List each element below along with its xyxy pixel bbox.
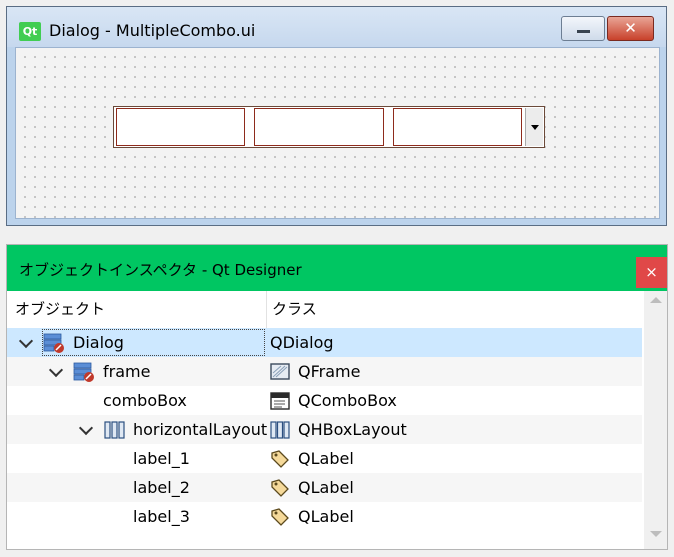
class-name: QHBoxLayout bbox=[298, 420, 407, 439]
widget-object-icon bbox=[73, 362, 94, 382]
column-header-object[interactable]: オブジェクト bbox=[15, 291, 265, 328]
chevron-down-icon[interactable] bbox=[18, 333, 34, 349]
tree-row-combobox[interactable]: comboBox QComboBox bbox=[7, 386, 642, 415]
label-tag-icon bbox=[271, 508, 289, 526]
form-titlebar[interactable]: Qt Dialog - MultipleCombo.ui ✕ bbox=[7, 7, 666, 47]
scroll-up-icon[interactable] bbox=[650, 297, 662, 303]
qt-logo-icon: Qt bbox=[19, 22, 41, 41]
object-tree[interactable]: オブジェクト クラス Dialog QDialog frame QFrame c… bbox=[7, 291, 642, 549]
class-name: QLabel bbox=[298, 478, 354, 497]
label-1-widget[interactable] bbox=[116, 108, 245, 146]
scroll-down-icon[interactable] bbox=[650, 531, 662, 537]
object-name: label_2 bbox=[133, 478, 190, 497]
tree-row-label-3[interactable]: label_3 QLabel bbox=[7, 502, 642, 531]
label-tag-icon bbox=[271, 450, 289, 468]
object-inspector: オブジェクトインスペクタ - Qt Designer × オブジェクト クラス … bbox=[6, 244, 668, 550]
column-divider bbox=[266, 291, 267, 328]
tree-row-dialog[interactable]: Dialog QDialog bbox=[7, 328, 642, 357]
class-name: QDialog bbox=[270, 333, 334, 352]
tree-row-label-1[interactable]: label_1 QLabel bbox=[7, 444, 642, 473]
inspector-close-button[interactable]: × bbox=[636, 257, 667, 288]
class-name: QLabel bbox=[298, 449, 354, 468]
form-window: Qt Dialog - MultipleCombo.ui ✕ bbox=[6, 6, 667, 226]
chevron-down-icon[interactable] bbox=[48, 362, 64, 378]
label-2-widget[interactable] bbox=[254, 108, 384, 146]
label-tag-icon bbox=[271, 479, 289, 497]
inspector-header[interactable]: オブジェクトインスペクタ - Qt Designer × bbox=[7, 245, 667, 291]
frame-icon bbox=[270, 363, 290, 380]
object-name: label_1 bbox=[133, 449, 190, 468]
object-name: label_3 bbox=[133, 507, 190, 526]
object-name: horizontalLayout bbox=[133, 420, 268, 439]
tree-row-label-2[interactable]: label_2 QLabel bbox=[7, 473, 642, 502]
combo-frame[interactable] bbox=[113, 106, 545, 148]
minimize-button[interactable] bbox=[561, 16, 605, 41]
combo-dropdown-arrow-icon[interactable] bbox=[525, 108, 543, 146]
minimize-icon bbox=[577, 30, 590, 33]
form-title: Dialog - MultipleCombo.ui bbox=[49, 21, 256, 40]
hbox-layout-icon bbox=[270, 421, 290, 439]
tree-row-frame[interactable]: frame QFrame bbox=[7, 357, 642, 386]
combobox-icon bbox=[270, 392, 290, 410]
label-3-widget[interactable] bbox=[393, 108, 522, 146]
object-name: comboBox bbox=[103, 391, 187, 410]
object-name: Dialog bbox=[73, 333, 124, 352]
close-button[interactable]: ✕ bbox=[607, 16, 654, 41]
class-name: QComboBox bbox=[298, 391, 397, 410]
hbox-layout-icon bbox=[104, 421, 125, 439]
chevron-down-icon[interactable] bbox=[78, 420, 94, 436]
form-canvas[interactable] bbox=[15, 47, 660, 219]
vertical-scrollbar[interactable] bbox=[644, 291, 667, 549]
object-name: frame bbox=[103, 362, 151, 381]
class-name: QFrame bbox=[298, 362, 361, 381]
column-header-class[interactable]: クラス bbox=[272, 291, 317, 328]
tree-row-horizontallayout[interactable]: horizontalLayout QHBoxLayout bbox=[7, 415, 642, 444]
inspector-title: オブジェクトインスペクタ - Qt Designer bbox=[19, 261, 302, 279]
class-name: QLabel bbox=[298, 507, 354, 526]
